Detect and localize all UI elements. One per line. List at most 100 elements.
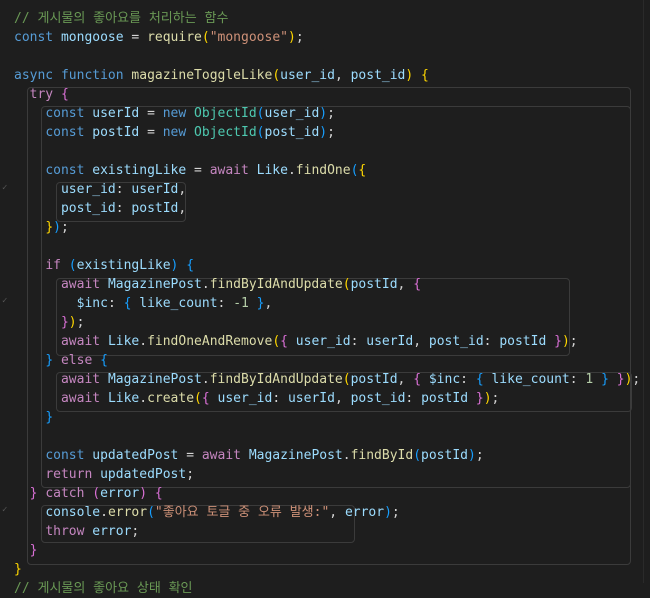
code-token: postId [131, 201, 179, 216]
code-token: ObjectId [194, 106, 257, 121]
code-line[interactable]: } catch (error) { [14, 484, 163, 503]
code-line[interactable]: await Like.create({ user_id: userId, pos… [14, 389, 499, 408]
code-editor[interactable]: ✓ ✓ ✓ // 게시물의 좋아요를 처리하는 함수 const mongoose =… [0, 0, 650, 596]
code-token: if [45, 258, 61, 273]
code-line[interactable]: try { [14, 85, 69, 104]
code-token: existingLike [76, 258, 171, 273]
code-line[interactable]: // 게시물의 좋아요 상태 확인 [14, 579, 193, 598]
code-line[interactable]: } [14, 408, 53, 427]
code-token: Like [107, 334, 140, 349]
code-token: , [397, 372, 414, 387]
code-line[interactable]: await MagazinePost.findByIdAndUpdate(pos… [14, 370, 640, 389]
code-token: userId [131, 182, 179, 197]
code-token: } [45, 353, 54, 368]
code-token: findOne [295, 163, 351, 178]
code-token: async [14, 68, 54, 83]
code-token: : [115, 201, 132, 216]
code-token: else [60, 353, 93, 368]
code-token: catch [45, 486, 85, 501]
code-token: post_id [350, 391, 406, 406]
code-line[interactable]: } [14, 560, 22, 579]
code-line[interactable]: await Like.findOneAndRemove({ user_id: u… [14, 332, 578, 351]
code-token: , [413, 334, 429, 349]
code-token: } [475, 391, 484, 406]
code-token: userId [92, 106, 140, 121]
code-token: postId [499, 334, 547, 349]
code-token: findById [350, 448, 414, 463]
code-token: error [344, 505, 385, 520]
code-token: ; [295, 30, 304, 45]
code-line[interactable]: }); [14, 313, 84, 332]
code-token: post_id [350, 68, 406, 83]
code-token: { [475, 372, 484, 387]
code-line[interactable]: async function magazineToggleLike(user_i… [14, 66, 429, 85]
code-token: MagazinePost [107, 277, 202, 292]
code-token: = [186, 163, 210, 178]
code-token: $inc [76, 296, 108, 311]
code-line[interactable]: const postId = new ObjectId(post_id); [14, 123, 335, 142]
code-line[interactable]: const updatedPost = await MagazinePost.f… [14, 446, 484, 465]
fold-marker-icon[interactable]: ✓ [2, 183, 7, 193]
code-line[interactable]: $inc: { like_count: -1 }, [14, 294, 273, 313]
code-line[interactable]: } else { [14, 351, 108, 370]
fold-marker-icon[interactable]: ✓ [2, 505, 7, 515]
code-line[interactable]: user_id: userId, [14, 180, 186, 199]
code-token: user_id [217, 391, 273, 406]
code-token: . [139, 391, 148, 406]
code-token: Like [107, 391, 140, 406]
code-token: const [45, 106, 85, 121]
code-token: ( [147, 505, 155, 520]
code-token: { [186, 258, 195, 273]
code-line[interactable]: if (existingLike) { [14, 256, 194, 275]
code-token: { [60, 87, 69, 102]
code-token: require [147, 30, 202, 45]
code-line[interactable]: const existingLike = await Like.findOne(… [14, 161, 366, 180]
code-token: ; [491, 391, 500, 406]
code-token: ; [131, 524, 140, 539]
code-token: ) [287, 30, 296, 45]
code-token: . [201, 372, 210, 387]
code-token: "mongoose" [209, 30, 288, 45]
code-token: ; [569, 334, 578, 349]
code-token: . [201, 277, 210, 292]
code-token: : [569, 372, 586, 387]
code-line[interactable]: post_id: postId, [14, 199, 186, 218]
code-line[interactable]: }); [14, 218, 69, 237]
fold-marker-icon[interactable]: ✓ [2, 296, 7, 306]
code-token: post_id [60, 201, 116, 216]
code-token: post_id [264, 125, 320, 140]
code-token: , [178, 182, 187, 197]
code-line[interactable]: // 게시물의 좋아요를 처리하는 함수 [14, 9, 228, 28]
code-token: { [421, 68, 429, 83]
code-token: await [60, 391, 101, 406]
code-token: ( [342, 372, 351, 387]
code-token: = [139, 125, 163, 140]
code-token: { [280, 334, 288, 349]
code-line[interactable]: } [14, 541, 38, 560]
code-token: ; [475, 448, 484, 463]
code-token: try [29, 87, 54, 102]
code-line[interactable]: const mongoose = require("mongoose"); [14, 28, 304, 47]
code-token: } [45, 410, 54, 425]
code-token: postId [350, 277, 398, 292]
code-token: await [60, 277, 101, 292]
code-line[interactable]: await MagazinePost.findByIdAndUpdate(pos… [14, 275, 421, 294]
code-line[interactable]: const userId = new ObjectId(user_id); [14, 104, 335, 123]
code-token: } [45, 220, 54, 235]
code-line[interactable]: return updatedPost; [14, 465, 194, 484]
code-line[interactable]: console.error("좋아요 토글 중 오류 발생:", error); [14, 503, 399, 522]
code-token: ; [60, 220, 69, 235]
code-token: $inc [428, 372, 461, 387]
code-line[interactable]: throw error; [14, 522, 139, 541]
code-token: findOneAndRemove [147, 334, 273, 349]
